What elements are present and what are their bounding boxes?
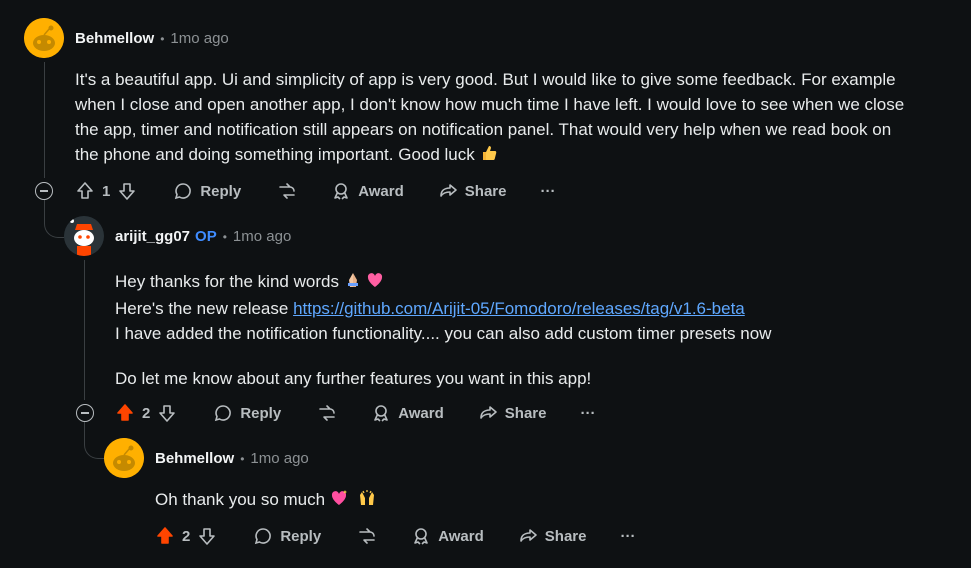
crosspost-button[interactable]: [317, 403, 337, 423]
sparkling-heart-emoji: [330, 489, 348, 514]
award-label: Award: [438, 527, 484, 545]
award-icon: [331, 181, 351, 201]
downvote-icon[interactable]: [117, 181, 137, 201]
comment-actions: 2 Reply Award Share ···: [115, 403, 595, 423]
share-label: Share: [464, 182, 507, 200]
award-button[interactable]: Award: [411, 526, 484, 546]
share-label: Share: [504, 404, 547, 422]
comment-actions: 1 Reply Award Share ···: [75, 181, 555, 201]
award-label: Award: [358, 182, 404, 200]
crosspost-icon: [317, 403, 337, 423]
timestamp[interactable]: 1mo ago: [233, 228, 291, 245]
comment-icon: [173, 181, 193, 201]
vote-count: 2: [142, 404, 151, 422]
comment-line: the phone and doing something important.…: [75, 142, 955, 169]
share-button[interactable]: Share: [438, 181, 507, 201]
share-icon: [518, 526, 538, 546]
raised-hands-emoji: [357, 489, 377, 514]
separator-dot: •: [222, 229, 227, 244]
upvote-icon[interactable]: [115, 403, 135, 423]
comment-icon: [213, 403, 233, 423]
share-icon: [478, 403, 498, 423]
comment-actions: 2 Reply Award Share ···: [155, 526, 635, 546]
more-options-button[interactable]: ···: [620, 528, 635, 545]
separator-dot: •: [160, 31, 165, 46]
username[interactable]: Behmellow: [75, 30, 154, 47]
crosspost-icon: [357, 526, 377, 546]
timestamp[interactable]: 1mo ago: [250, 450, 308, 467]
more-options-button[interactable]: ···: [580, 405, 595, 422]
reply-button[interactable]: Reply: [253, 526, 321, 546]
separator-dot: •: [240, 451, 245, 466]
share-label: Share: [544, 527, 587, 545]
reply-button[interactable]: Reply: [173, 181, 241, 201]
snoo-avatar-icon: [64, 216, 104, 256]
avatar[interactable]: [104, 438, 144, 478]
comment-line: the app, timer and notification still ap…: [75, 120, 892, 139]
op-badge: OP: [195, 228, 217, 245]
downvote-icon[interactable]: [197, 526, 217, 546]
vote-count: 2: [182, 527, 191, 545]
thread-line-2: [84, 260, 85, 400]
reply-label: Reply: [280, 527, 322, 545]
snoo-avatar-icon: [104, 438, 144, 478]
comment-line: when I close and open another app, I don…: [75, 95, 905, 114]
reply-button[interactable]: Reply: [213, 403, 281, 423]
username[interactable]: Behmellow: [155, 450, 234, 467]
reply-label: Reply: [240, 404, 282, 422]
thread-connector-2: [84, 422, 105, 459]
crosspost-button[interactable]: [277, 181, 297, 201]
share-button[interactable]: Share: [518, 526, 587, 546]
snoo-avatar-icon: [24, 18, 64, 58]
crosspost-button[interactable]: [357, 526, 377, 546]
praying-hands-emoji: [344, 271, 362, 296]
comment-text: the phone and doing something important.…: [75, 145, 475, 164]
thumbs-up-emoji: [480, 144, 498, 169]
comment-body: Hey thanks for the kind words Here's the…: [115, 269, 955, 391]
avatar[interactable]: [64, 216, 104, 256]
more-options-button[interactable]: ···: [540, 183, 555, 200]
timestamp[interactable]: 1mo ago: [170, 30, 228, 47]
reply-label: Reply: [200, 182, 242, 200]
comment-line: I have added the notification functional…: [115, 324, 772, 343]
award-button[interactable]: Award: [331, 181, 404, 201]
username[interactable]: arijit_gg07: [115, 228, 190, 245]
thread-line-1: [44, 62, 45, 178]
release-link[interactable]: https://github.com/Arijit-05/Fomodoro/re…: [293, 299, 745, 318]
collapse-button[interactable]: [35, 182, 53, 200]
thread-connector-1: [44, 199, 65, 238]
share-button[interactable]: Share: [478, 403, 547, 423]
vote-count: 1: [102, 182, 111, 200]
comment-text: Hey thanks for the kind words: [115, 272, 339, 291]
comment-body: It's a beautiful app. Ui and simplicity …: [75, 67, 955, 169]
comment-line: Oh thank you so much: [155, 487, 955, 514]
downvote-icon[interactable]: [157, 403, 177, 423]
comment-line: Hey thanks for the kind words: [115, 269, 955, 296]
avatar[interactable]: [24, 18, 64, 58]
crosspost-icon: [277, 181, 297, 201]
comment-line: Here's the new release https://github.co…: [115, 296, 955, 321]
heart-emoji: [366, 271, 384, 296]
comment-meta: Behmellow • 1mo ago: [75, 30, 229, 47]
comment-text: Here's the new release: [115, 299, 289, 318]
vote-group: 2: [115, 403, 177, 423]
comment-meta: Behmellow • 1mo ago: [155, 450, 309, 467]
upvote-icon[interactable]: [75, 181, 95, 201]
comment-meta: arijit_gg07 OP • 1mo ago: [115, 228, 291, 245]
share-icon: [438, 181, 458, 201]
collapse-button[interactable]: [76, 404, 94, 422]
award-label: Award: [398, 404, 444, 422]
vote-group: 2: [155, 526, 217, 546]
award-icon: [411, 526, 431, 546]
comment-icon: [253, 526, 273, 546]
award-button[interactable]: Award: [371, 403, 444, 423]
comment-text: Oh thank you so much: [155, 490, 326, 509]
award-icon: [371, 403, 391, 423]
comment-line: It's a beautiful app. Ui and simplicity …: [75, 70, 896, 89]
comment-body: Oh thank you so much: [155, 487, 955, 514]
upvote-icon[interactable]: [155, 526, 175, 546]
comment-line: Do let me know about any further feature…: [115, 369, 592, 388]
vote-group: 1: [75, 181, 137, 201]
